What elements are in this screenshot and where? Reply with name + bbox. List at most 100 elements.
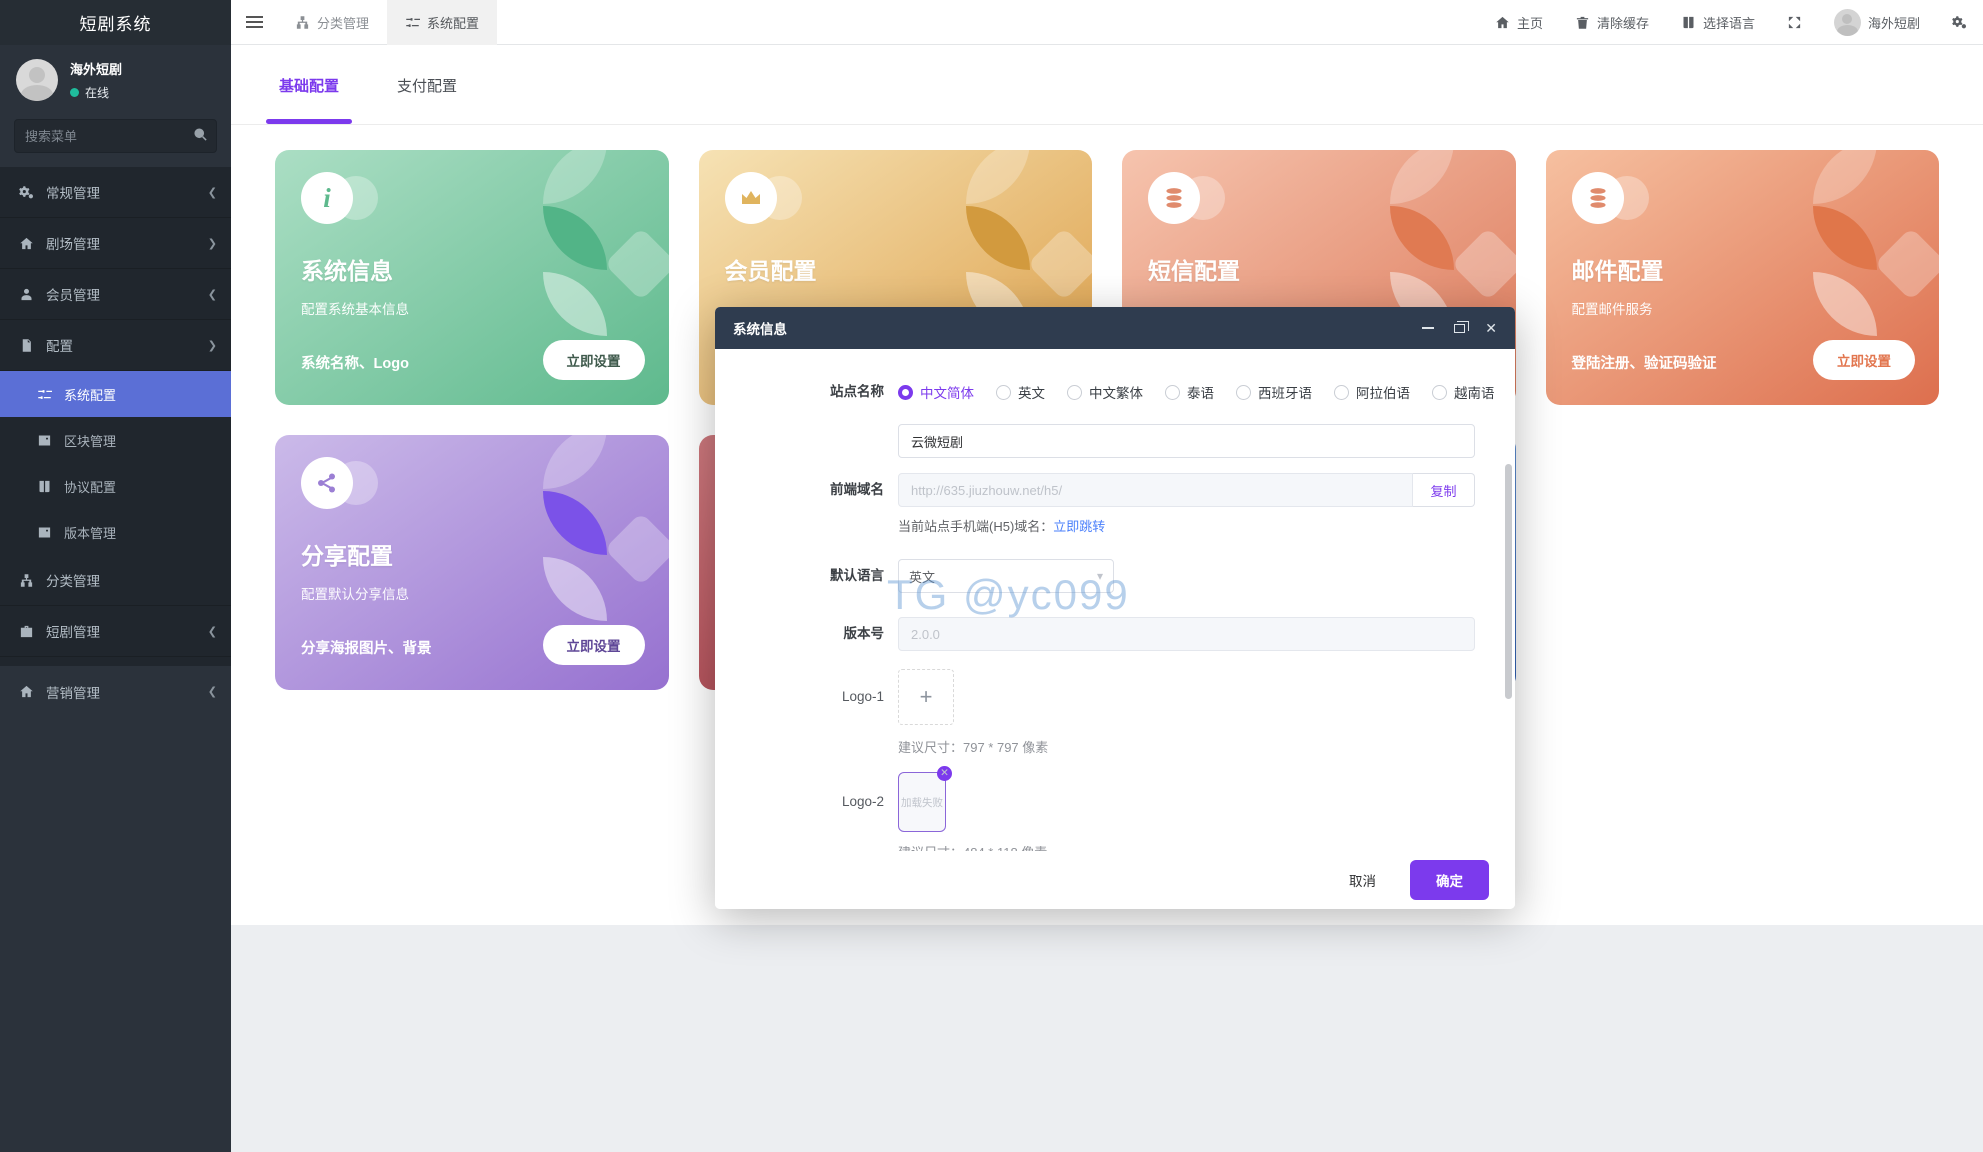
sidebar-item-label: 协议配置 <box>64 477 116 496</box>
menu-search-input[interactable] <box>14 119 217 153</box>
chevron-left-icon: ❮ <box>208 685 217 698</box>
minimize-icon[interactable] <box>1422 327 1434 329</box>
close-icon[interactable]: ✕ <box>1485 320 1497 337</box>
site-name-input[interactable] <box>898 424 1475 458</box>
radio-es[interactable]: 西班牙语 <box>1236 382 1312 402</box>
sidebar-item-theater[interactable]: 剧场管理 ❯︎ <box>0 218 231 269</box>
jump-now-link[interactable]: 立即跳转 <box>1053 519 1105 534</box>
page: 短剧系统 海外短剧 在线 常规管理 ❮ <box>0 0 1983 1152</box>
online-dot-icon <box>70 88 79 97</box>
fullscreen-button[interactable] <box>1771 0 1818 45</box>
choose-language-button[interactable]: 选择语言 <box>1665 0 1771 45</box>
chevron-left-icon: ❮ <box>208 288 217 301</box>
home-label: 主页 <box>1517 13 1543 32</box>
radio-vi[interactable]: 越南语 <box>1432 382 1495 402</box>
topbar-tab-system-config[interactable]: 系统配置 <box>387 0 497 45</box>
modal-scrollbar[interactable] <box>1505 464 1512 699</box>
sidebar-item-label: 配置 <box>46 335 73 355</box>
language-book-icon <box>1681 15 1696 30</box>
sidebar-item-marketing[interactable]: 营销管理 ❮ <box>0 666 231 717</box>
default-language-select[interactable]: 英文 ▾ <box>898 559 1114 593</box>
sidebar-item-members[interactable]: 会员管理 ❮ <box>0 269 231 320</box>
sidebar-menu: 常规管理 ❮ 剧场管理 ❯︎ 会员管理 ❮ 配置 ❯︎ 系统配置 <box>0 167 231 717</box>
setup-now-button[interactable]: 立即设置 <box>543 625 645 665</box>
tab-label: 系统配置 <box>427 13 479 32</box>
card-title: 分享配置 <box>301 537 393 571</box>
sidebar-item-general[interactable]: 常规管理 ❮ <box>0 167 231 218</box>
chevron-down-icon: ❯︎ <box>208 339 217 352</box>
copy-button[interactable]: 复制 <box>1413 473 1475 507</box>
modal-title: 系统信息 <box>733 318 787 338</box>
tab-basic-config[interactable]: 基础配置 <box>279 75 339 124</box>
remove-logo2-icon[interactable]: ✕ <box>937 766 952 781</box>
topbar: 分类管理 系统配置 主页 清除缓存 选择语言 海外短剧 <box>231 0 1983 45</box>
sliders-icon <box>36 386 53 403</box>
sliders-icon <box>405 15 420 30</box>
chevron-down-icon: ▾ <box>1097 569 1103 583</box>
cancel-button[interactable]: 取消 <box>1349 870 1376 890</box>
card-subtitle: 配置默认分享信息 <box>301 583 409 603</box>
card-title: 会员配置 <box>725 252 817 286</box>
setup-now-button[interactable]: 立即设置 <box>543 340 645 380</box>
card-system-info[interactable]: i 系统信息 配置系统基本信息 系统名称、Logo 立即设置 <box>275 150 669 405</box>
radio-ar[interactable]: 阿拉伯语 <box>1334 382 1410 402</box>
hamburger-menu-icon[interactable] <box>231 21 277 23</box>
card-share-config[interactable]: 分享配置 配置默认分享信息 分享海报图片、背景 立即设置 <box>275 435 669 690</box>
topbar-tab-category[interactable]: 分类管理 <box>277 0 387 45</box>
logo1-size-hint: 建议尺寸：797 * 797 像素 <box>898 737 1475 756</box>
home-link[interactable]: 主页 <box>1479 0 1559 45</box>
sidebar-item-label: 系统配置 <box>64 385 116 404</box>
modal-header[interactable]: 系统信息 ✕ <box>715 307 1515 349</box>
sidebar-item-protocol[interactable]: 协议配置 <box>0 463 231 509</box>
radio-en[interactable]: 英文 <box>996 382 1045 402</box>
version-label: 版本号 <box>715 617 898 651</box>
crown-icon <box>725 172 777 224</box>
system-info-modal: 系统信息 ✕ TG @yc099 站点名称 中文简体 英文 中文繁体 泰语 西班… <box>715 307 1515 909</box>
sidebar-item-category[interactable]: 分类管理 <box>0 555 231 606</box>
logo2-label: Logo-2 <box>715 772 898 832</box>
frontend-domain-label: 前端域名 <box>715 473 898 507</box>
database-icon <box>1572 172 1624 224</box>
status-label: 在线 <box>85 84 109 101</box>
sidebar-item-label: 剧场管理 <box>46 233 100 253</box>
sidebar-item-label: 版本管理 <box>64 523 116 542</box>
database-icon <box>1148 172 1200 224</box>
topbar-user[interactable]: 海外短剧 <box>1818 0 1936 45</box>
sidebar-item-label: 区块管理 <box>64 431 116 450</box>
home-icon <box>1495 15 1510 30</box>
home-icon <box>18 683 35 700</box>
book-icon <box>36 478 53 495</box>
trash-icon <box>1575 15 1590 30</box>
clear-cache-button[interactable]: 清除缓存 <box>1559 0 1665 45</box>
load-failed-text: 加载失败 <box>901 795 943 810</box>
tab-payment-config[interactable]: 支付配置 <box>397 75 457 124</box>
gears-icon <box>1952 15 1967 30</box>
card-subtitle: 配置邮件服务 <box>1572 298 1653 318</box>
radio-zh-tw[interactable]: 中文繁体 <box>1067 382 1143 402</box>
logo2-thumbnail[interactable]: 加载失败 ✕ <box>898 772 946 832</box>
search-icon <box>193 127 208 147</box>
card-title: 短信配置 <box>1148 252 1240 286</box>
avatar[interactable] <box>16 59 58 101</box>
radio-zh-cn[interactable]: 中文简体 <box>898 382 974 402</box>
sidebar-item-blocks[interactable]: 区块管理 <box>0 417 231 463</box>
sidebar-item-versions[interactable]: 版本管理 <box>0 509 231 555</box>
sidebar-item-label: 分类管理 <box>46 570 100 590</box>
image-icon <box>36 432 53 449</box>
settings-button[interactable] <box>1936 0 1983 45</box>
choose-language-label: 选择语言 <box>1703 13 1755 32</box>
sidebar-item-config[interactable]: 配置 ❯︎ <box>0 320 231 371</box>
radio-th[interactable]: 泰语 <box>1165 382 1214 402</box>
restore-icon[interactable] <box>1454 324 1465 333</box>
confirm-button[interactable]: 确定 <box>1410 860 1489 900</box>
sidebar-item-system-config[interactable]: 系统配置 <box>0 371 231 417</box>
card-mail-config[interactable]: 邮件配置 配置邮件服务 登陆注册、验证码验证 立即设置 <box>1546 150 1940 405</box>
sidebar-item-drama[interactable]: 短剧管理 ❮ <box>0 606 231 657</box>
logo1-upload-box[interactable]: + <box>898 669 954 725</box>
user-status: 在线 <box>70 84 122 101</box>
sitemap-icon <box>18 572 35 589</box>
fullscreen-icon <box>1787 15 1802 30</box>
sidebar-item-label: 短剧管理 <box>46 621 100 641</box>
h5-domain-hint: 当前站点手机端(H5)域名：立即跳转 <box>898 517 1475 537</box>
setup-now-button[interactable]: 立即设置 <box>1813 340 1915 380</box>
